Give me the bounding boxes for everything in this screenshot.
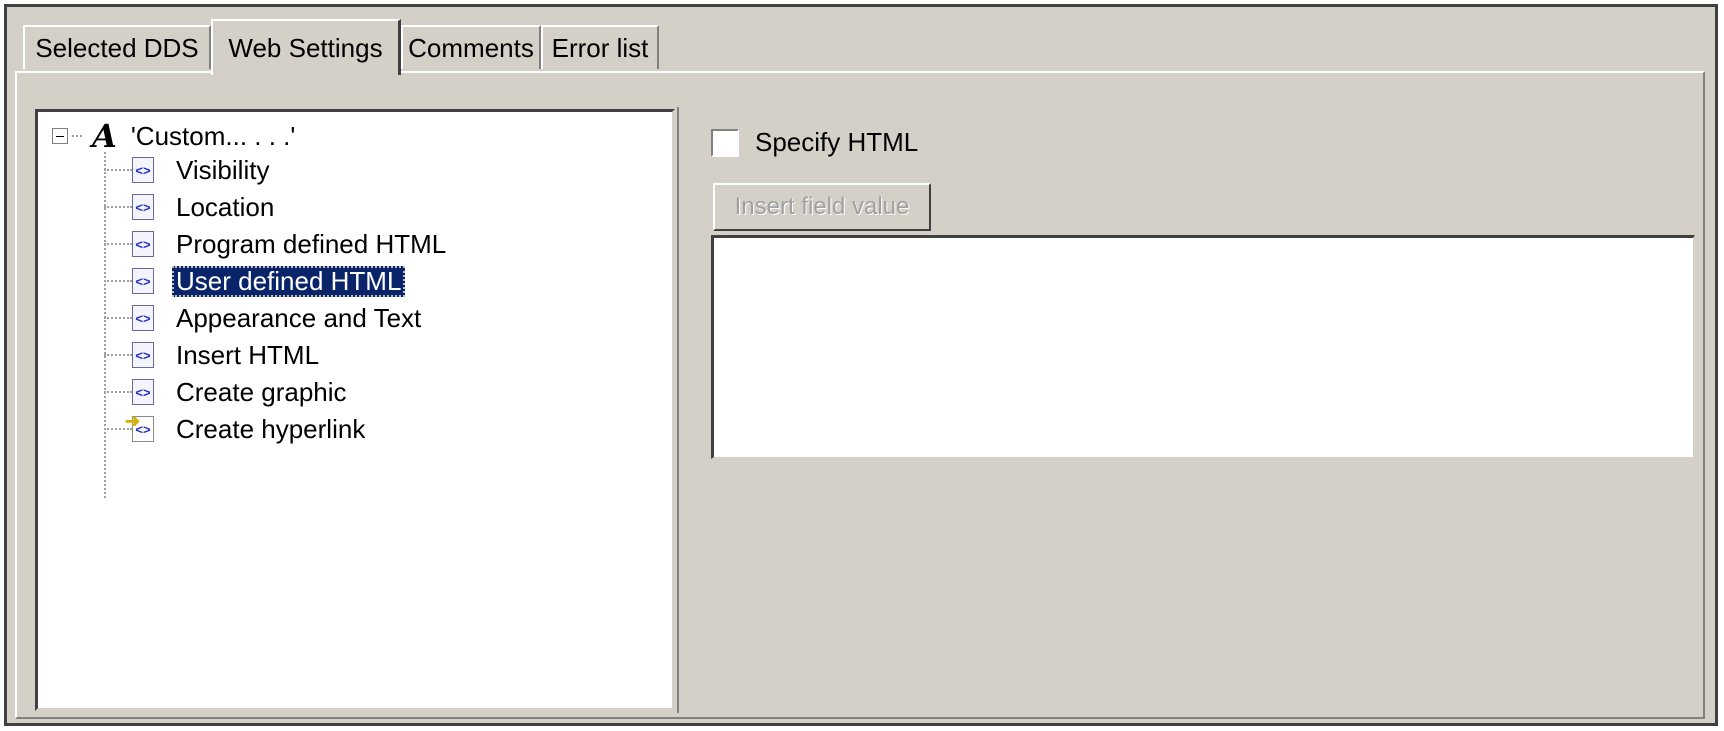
tree-item-appearance-and-text[interactable]: <> Appearance and Text bbox=[104, 300, 425, 336]
tab-web-settings[interactable]: Web Settings bbox=[211, 19, 401, 75]
html-settings-pane: Specify HTML Insert field value bbox=[687, 107, 1697, 713]
tree-item-create-graphic[interactable]: <> Create graphic bbox=[104, 374, 351, 410]
html-text-area[interactable] bbox=[711, 235, 1695, 459]
collapse-icon[interactable] bbox=[52, 128, 68, 144]
letter-a-icon: A bbox=[92, 117, 117, 155]
html-node-icon: <> bbox=[132, 379, 154, 405]
tree-root[interactable]: A 'Custom... . . .' bbox=[52, 118, 295, 154]
tree-item-label: Appearance and Text bbox=[176, 302, 422, 333]
properties-panel: Selected DDS Web Settings Comments Error… bbox=[4, 4, 1718, 726]
tree-item-label: Create hyperlink bbox=[176, 413, 366, 444]
tree-item-label: Program defined HTML bbox=[176, 228, 447, 259]
html-node-icon: <> bbox=[132, 194, 154, 220]
specify-html-row[interactable]: Specify HTML bbox=[711, 127, 918, 158]
tree-item-label: Create graphic bbox=[176, 376, 347, 407]
tab-selected-dds[interactable]: Selected DDS bbox=[23, 25, 211, 69]
tree-item-user-defined-html[interactable]: <> User defined HTML bbox=[104, 263, 406, 299]
tree-item-label: Insert HTML bbox=[176, 339, 320, 370]
html-node-icon: <> bbox=[132, 342, 154, 368]
html-node-icon: <> bbox=[132, 305, 154, 331]
tree-connector bbox=[104, 169, 132, 171]
specify-html-checkbox[interactable] bbox=[711, 128, 739, 157]
tree-connector bbox=[104, 280, 132, 282]
tree-root-label: 'Custom... . . .' bbox=[130, 120, 296, 151]
tab-content: A 'Custom... . . .' <> Visibility <> Loc… bbox=[15, 71, 1705, 719]
html-node-icon: <> bbox=[132, 231, 154, 257]
tree-connector bbox=[104, 354, 132, 356]
tree-connector bbox=[104, 206, 132, 208]
tree-item-visibility[interactable]: <> Visibility bbox=[104, 152, 273, 188]
tree-connector bbox=[104, 391, 132, 393]
html-node-icon: <> bbox=[132, 157, 154, 183]
hyperlink-node-icon: <> bbox=[125, 411, 154, 442]
tree-item-program-defined-html[interactable]: <> Program defined HTML bbox=[104, 226, 450, 262]
html-node-icon: <> bbox=[132, 268, 154, 294]
tab-comments[interactable]: Comments bbox=[401, 25, 541, 69]
tab-bar: Selected DDS Web Settings Comments Error… bbox=[7, 7, 1715, 75]
tree-connector bbox=[104, 243, 132, 245]
pane-splitter[interactable] bbox=[677, 107, 685, 713]
tab-error-list[interactable]: Error list bbox=[541, 25, 659, 69]
insert-field-value-button[interactable]: Insert field value bbox=[713, 183, 931, 231]
tree-item-create-hyperlink[interactable]: <> Create hyperlink bbox=[104, 411, 369, 447]
tree-item-label: Location bbox=[176, 191, 275, 222]
settings-tree[interactable]: A 'Custom... . . .' <> Visibility <> Loc… bbox=[35, 109, 675, 711]
tree-item-label: Visibility bbox=[176, 154, 270, 185]
tree-connector bbox=[72, 135, 82, 137]
specify-html-label: Specify HTML bbox=[755, 127, 919, 157]
tree-item-insert-html[interactable]: <> Insert HTML bbox=[104, 337, 323, 373]
tree-connector bbox=[104, 317, 132, 319]
tree-item-label: User defined HTML bbox=[172, 265, 406, 297]
tree-item-location[interactable]: <> Location bbox=[104, 189, 278, 225]
